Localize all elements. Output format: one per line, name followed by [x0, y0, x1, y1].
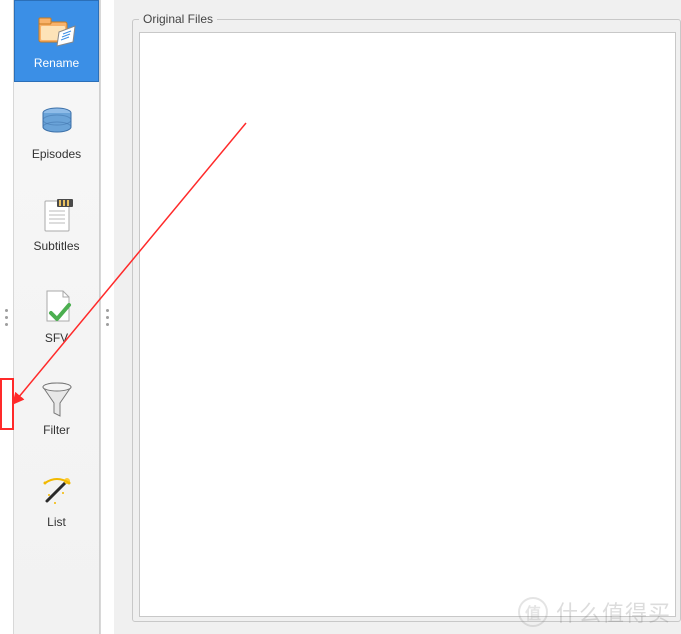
list-wand-icon — [35, 471, 79, 511]
sidebar-item-label: Subtitles — [33, 239, 79, 253]
panel-title: Original Files — [139, 12, 217, 26]
subtitles-document-icon — [35, 195, 79, 235]
sidebar-item-sfv[interactable]: SFV — [14, 274, 99, 358]
sfv-check-document-icon — [35, 287, 79, 327]
sidebar-item-label: Filter — [43, 423, 70, 437]
watermark-logo-icon: 值 — [518, 597, 548, 627]
sidebar-item-label: List — [47, 515, 66, 529]
drag-dots-icon — [106, 309, 109, 326]
left-drag-handle[interactable] — [0, 0, 14, 634]
filter-funnel-icon — [35, 379, 79, 419]
drag-dots-icon — [5, 309, 8, 326]
sidebar-item-list[interactable]: List — [14, 458, 99, 542]
original-files-list[interactable] — [139, 32, 676, 617]
sidebar-item-filter[interactable]: Filter — [14, 366, 99, 450]
sidebar: Rename Episodes — [14, 0, 100, 634]
rename-folder-icon — [35, 12, 79, 52]
app-root: Rename Episodes — [0, 0, 681, 634]
original-files-panel: Original Files — [132, 12, 681, 622]
sidebar-item-episodes[interactable]: Episodes — [14, 90, 99, 174]
sidebar-item-subtitles[interactable]: Subtitles — [14, 182, 99, 266]
watermark-text: 什么值得买 — [556, 596, 671, 628]
episodes-database-icon — [35, 103, 79, 143]
watermark: 值 什么值得买 — [518, 596, 671, 628]
sidebar-item-label: SFV — [45, 331, 68, 345]
splitter-handle[interactable] — [100, 0, 114, 634]
main-area: Original Files — [114, 0, 681, 634]
sidebar-item-rename[interactable]: Rename — [14, 0, 99, 82]
sidebar-item-label: Rename — [34, 56, 79, 70]
sidebar-item-label: Episodes — [32, 147, 81, 161]
